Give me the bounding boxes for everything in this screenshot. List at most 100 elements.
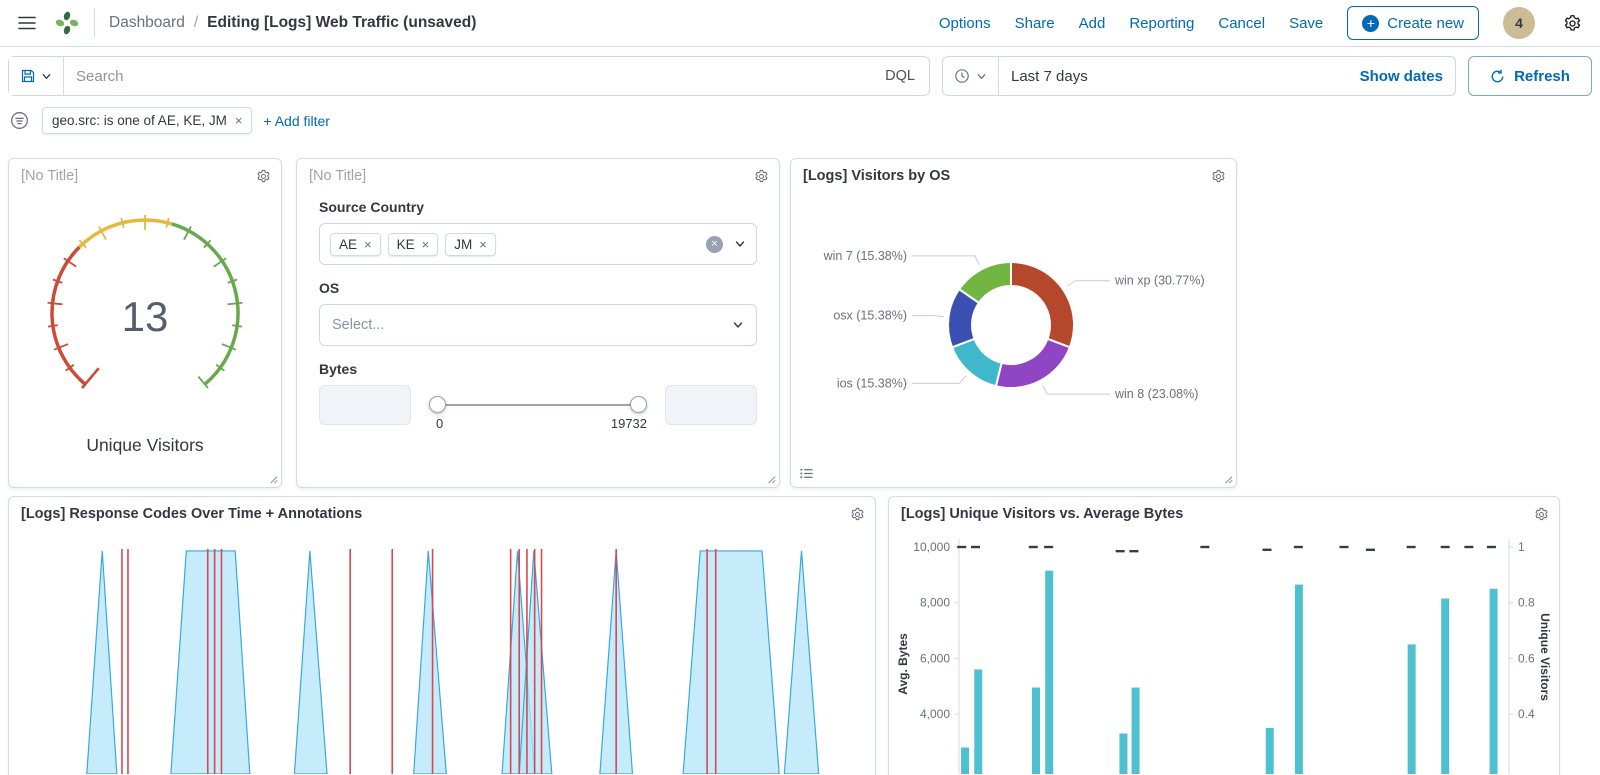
- remove-tag-icon[interactable]: ×: [364, 237, 372, 252]
- svg-text:6,000: 6,000: [920, 651, 950, 665]
- filter-pill[interactable]: geo.src: is one of AE, KE, JM ×: [42, 107, 252, 134]
- nav-add[interactable]: Add: [1079, 15, 1106, 32]
- panel-title: [Logs] Visitors by OS: [803, 168, 950, 184]
- clear-selection-icon[interactable]: ×: [706, 236, 723, 253]
- tag-label: JM: [454, 237, 472, 252]
- os-select-placeholder: Select...: [332, 317, 384, 333]
- source-country-label: Source Country: [319, 199, 757, 215]
- panel-resize-handle[interactable]: [765, 473, 776, 484]
- source-country-combobox[interactable]: AE × KE × JM × ×: [319, 223, 757, 265]
- query-bar: DQL Last 7 days Show dates Refresh: [0, 47, 1600, 105]
- svg-text:win xp (30.77%): win xp (30.77%): [1114, 274, 1205, 288]
- refresh-icon: [1490, 69, 1505, 84]
- panel-input-controls: [No Title] Source Country AE × KE × JM ×: [296, 158, 780, 488]
- breadcrumb: Dashboard / Editing [Logs] Web Traffic (…: [94, 9, 476, 37]
- panel-resize-handle[interactable]: [267, 473, 278, 484]
- nav-cancel[interactable]: Cancel: [1218, 15, 1265, 32]
- time-picker-group: Last 7 days Show dates: [942, 56, 1456, 96]
- nav-reporting[interactable]: Reporting: [1129, 15, 1194, 32]
- settings-gear-icon[interactable]: [1559, 10, 1586, 37]
- saved-query-menu-button[interactable]: [9, 57, 64, 95]
- time-range-value[interactable]: Last 7 days: [999, 68, 1100, 85]
- slider-min-value: 0: [436, 416, 443, 431]
- avatar[interactable]: 4: [1503, 7, 1535, 39]
- breadcrumb-dashboard[interactable]: Dashboard: [109, 14, 185, 32]
- panel-visitors-vs-bytes: [Logs] Unique Visitors vs. Average Bytes…: [888, 496, 1560, 775]
- svg-text:win 8 (23.08%): win 8 (23.08%): [1114, 387, 1198, 401]
- panel-title: [No Title]: [21, 168, 78, 184]
- nav-options[interactable]: Options: [939, 15, 991, 32]
- panel-options-gear-icon[interactable]: [849, 506, 866, 523]
- svg-text:4,000: 4,000: [920, 707, 950, 721]
- selected-tag-ke[interactable]: KE ×: [388, 233, 439, 256]
- clock-icon: [954, 68, 970, 84]
- slider-track[interactable]: [435, 404, 641, 406]
- legend-toggle-icon[interactable]: [799, 466, 814, 481]
- refresh-button[interactable]: Refresh: [1468, 56, 1592, 96]
- query-language-button[interactable]: DQL: [871, 68, 929, 84]
- svg-text:8,000: 8,000: [920, 596, 950, 610]
- gauge-metric-label: Unique Visitors: [9, 435, 281, 456]
- panel-options-gear-icon[interactable]: [753, 168, 770, 185]
- chevron-down-icon: [976, 71, 987, 82]
- remove-tag-icon[interactable]: ×: [422, 237, 430, 252]
- svg-text:Unique Visitors: Unique Visitors: [1538, 613, 1552, 701]
- nav-save[interactable]: Save: [1289, 15, 1323, 32]
- nav-share[interactable]: Share: [1015, 15, 1055, 32]
- dashboard-grid: [No Title] 13 Unique Visitors [No Title]…: [0, 146, 1600, 775]
- page-title: Editing [Logs] Web Traffic (unsaved): [207, 14, 476, 32]
- filter-icon[interactable]: [8, 111, 31, 130]
- panel-response-codes: [Logs] Response Codes Over Time + Annota…: [8, 496, 876, 775]
- remove-filter-icon[interactable]: ×: [235, 113, 243, 128]
- panel-unique-visitors-gauge: [No Title] 13 Unique Visitors: [8, 158, 282, 488]
- tag-label: AE: [339, 237, 357, 252]
- tag-label: KE: [397, 237, 415, 252]
- svg-text:win 7 (15.38%): win 7 (15.38%): [823, 249, 907, 263]
- os-select[interactable]: Select...: [319, 304, 757, 346]
- bar-chart[interactable]: 10,0008,0006,0004,00010.80.60.4Avg. Byte…: [897, 537, 1553, 774]
- menu-toggle-icon[interactable]: [14, 11, 40, 35]
- svg-text:1: 1: [1518, 540, 1525, 554]
- bytes-label: Bytes: [319, 361, 757, 377]
- create-new-label: Create new: [1387, 15, 1464, 32]
- gauge-value: 13: [9, 293, 281, 341]
- panel-title: [Logs] Response Codes Over Time + Annota…: [21, 506, 362, 522]
- bytes-min-input[interactable]: [319, 385, 411, 425]
- search-input[interactable]: [64, 68, 871, 85]
- panel-title: [No Title]: [309, 168, 366, 184]
- svg-text:10,000: 10,000: [913, 540, 950, 554]
- bytes-max-input[interactable]: [665, 385, 757, 425]
- add-filter-link[interactable]: + Add filter: [263, 113, 330, 129]
- show-dates-link[interactable]: Show dates: [1348, 68, 1455, 85]
- chevron-down-icon: [732, 319, 744, 331]
- time-picker-menu-button[interactable]: [943, 57, 999, 95]
- slider-max-value: 19732: [611, 416, 647, 431]
- bytes-range-slider: 0 19732: [429, 385, 647, 431]
- panel-options-gear-icon[interactable]: [1210, 168, 1227, 185]
- panel-title: [Logs] Unique Visitors vs. Average Bytes: [901, 506, 1183, 522]
- chevron-down-icon[interactable]: [734, 238, 746, 250]
- app-logo-icon[interactable]: [54, 10, 80, 36]
- save-query-icon: [20, 68, 36, 84]
- slider-handle-min[interactable]: [429, 396, 446, 413]
- panel-options-gear-icon[interactable]: [1533, 506, 1550, 523]
- remove-tag-icon[interactable]: ×: [479, 237, 487, 252]
- search-bar-group: DQL: [8, 56, 930, 96]
- selected-tag-ae[interactable]: AE ×: [330, 233, 381, 256]
- panel-options-gear-icon[interactable]: [255, 168, 272, 185]
- svg-text:0.8: 0.8: [1518, 596, 1535, 610]
- panel-resize-handle[interactable]: [1222, 473, 1233, 484]
- refresh-label: Refresh: [1514, 68, 1570, 85]
- svg-text:ios (15.38%): ios (15.38%): [837, 376, 907, 390]
- slider-handle-max[interactable]: [630, 396, 647, 413]
- plus-icon: +: [1362, 15, 1379, 32]
- donut-chart[interactable]: win xp (30.77%) win 8 (23.08%) ios (15.38%…: [797, 185, 1231, 461]
- selected-tag-jm[interactable]: JM ×: [445, 233, 496, 256]
- svg-text:0.6: 0.6: [1518, 651, 1535, 665]
- chevron-down-icon: [41, 71, 52, 82]
- top-actions: Options Share Add Reporting Cancel Save …: [939, 6, 1586, 40]
- top-navbar: Dashboard / Editing [Logs] Web Traffic (…: [0, 0, 1600, 47]
- area-chart[interactable]: [13, 547, 871, 774]
- create-new-button[interactable]: + Create new: [1347, 6, 1479, 40]
- svg-text:Avg. Bytes: Avg. Bytes: [897, 633, 910, 695]
